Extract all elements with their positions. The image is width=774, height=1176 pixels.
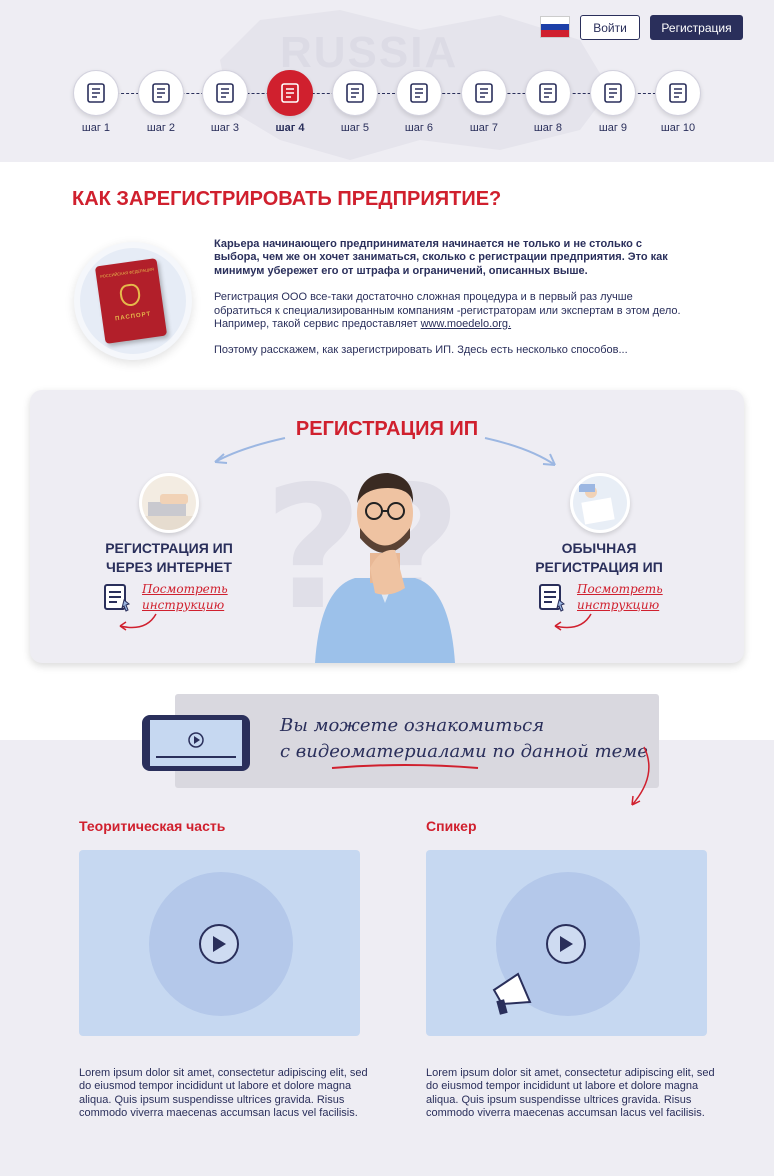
step-label: шаг 8 (533, 122, 563, 134)
laptop-typing-image (139, 473, 199, 533)
workplace-icon (461, 70, 507, 116)
regular-instruction-line1: Посмотреть (577, 582, 663, 596)
megaphone-icon (492, 972, 532, 1015)
online-registration-line1: РЕГИСТРАЦИЯ ИП (105, 540, 233, 556)
step-label: шаг 6 (404, 122, 434, 134)
step-2[interactable]: шаг 2 (131, 70, 191, 134)
video-banner-line1: Вы можете ознакомиться (280, 715, 545, 736)
intro-text: Карьера начинающего предпринимателя начи… (214, 238, 690, 371)
step-label: шаг 1 (81, 122, 111, 134)
passport-label: ПАСПОРТ (114, 311, 152, 323)
curved-arrow-icon (554, 613, 592, 631)
speaker-title: Спикер (426, 818, 477, 834)
step-label: шаг 3 (210, 122, 240, 134)
step-label: шаг 5 (340, 122, 370, 134)
badge-icon (655, 70, 701, 116)
step-4[interactable]: шаг 4 (260, 70, 320, 134)
megaphone-icon (590, 70, 636, 116)
video-banner-text: Вы можете ознакомиться с видеоматериалам… (280, 713, 648, 765)
devices-icon (525, 70, 571, 116)
step-8[interactable]: шаг 8 (518, 70, 578, 134)
moedelo-link[interactable]: www.moedelo.org. (421, 318, 512, 330)
document-icon (104, 584, 131, 612)
theory-title: Теоритическая часть (79, 818, 226, 834)
step-label: шаг 10 (660, 122, 696, 134)
regular-instruction-line2: инструкцию (577, 598, 660, 612)
step-label: шаг 2 (146, 122, 176, 134)
step-1[interactable]: шаг 1 (66, 70, 126, 134)
register-button[interactable]: Регистрация (650, 15, 743, 40)
theory-video[interactable] (79, 850, 360, 1036)
money-bag-icon (332, 70, 378, 116)
emblem-icon (118, 282, 142, 308)
intro-paragraph-1: Карьера начинающего предпринимателя начи… (214, 238, 668, 277)
step-label: шаг 4 (275, 122, 305, 134)
document-icon (539, 584, 566, 612)
online-instruction-line1: Посмотреть (142, 582, 228, 596)
curved-down-arrow-icon (631, 746, 650, 806)
page-title: КАК ЗАРЕГИСТРИРОВАТЬ ПРЕДПРИЯТИЕ? (72, 188, 502, 210)
step-3[interactable]: шаг 3 (195, 70, 255, 134)
step-6[interactable]: шаг 6 (389, 70, 449, 134)
step-7[interactable]: шаг 7 (454, 70, 514, 134)
calculator-icon (267, 70, 313, 116)
box-icon (138, 70, 184, 116)
theory-description: Lorem ipsum dolor sit amet, consectetur … (79, 1067, 368, 1120)
thinking-man-image (315, 473, 455, 663)
online-instruction-line2: инструкцию (142, 598, 225, 612)
regular-registration-line2: РЕГИСТРАЦИЯ ИП (535, 559, 663, 575)
login-button[interactable]: Войти (580, 15, 640, 40)
online-instruction-link[interactable]: Посмотреть инструкцию (142, 581, 228, 613)
online-registration-line2: ЧЕРЕЗ ИНТЕРНЕТ (106, 559, 232, 575)
curved-arrow-icon (119, 613, 157, 631)
checklist-icon (202, 70, 248, 116)
regular-registration-line1: ОБЫЧНАЯ (561, 540, 637, 556)
step-label: шаг 7 (469, 122, 499, 134)
step-10[interactable]: шаг 10 (648, 70, 708, 134)
regular-instruction-link[interactable]: Посмотреть инструкцию (577, 581, 663, 613)
passport-top-text: РОССИЙСКАЯ ФЕДЕРАЦИЯ (99, 266, 155, 280)
russian-flag-icon[interactable] (540, 16, 570, 38)
passport-icon: РОССИЙСКАЯ ФЕДЕРАЦИЯ ПАСПОРТ (94, 258, 168, 344)
lightbulb-icon (73, 70, 119, 116)
speaker-video[interactable] (426, 850, 707, 1036)
regular-registration-title: ОБЫЧНАЯ РЕГИСТРАЦИЯ ИП (499, 539, 699, 577)
step-5[interactable]: шаг 5 (325, 70, 385, 134)
intro-paragraph-2: Регистрация ООО все-таки достаточно слож… (214, 291, 690, 331)
intro-paragraph-3: Поэтому расскажем, как зарегистрировать … (214, 344, 628, 357)
phone-video-icon (142, 715, 250, 771)
credit-card-icon (396, 70, 442, 116)
writing-documents-image (570, 473, 630, 533)
step-label: шаг 9 (598, 122, 628, 134)
step-9[interactable]: шаг 9 (583, 70, 643, 134)
speaker-description: Lorem ipsum dolor sit amet, consectetur … (426, 1067, 715, 1120)
play-icon[interactable] (546, 924, 586, 964)
play-icon[interactable] (199, 924, 239, 964)
online-registration-title: РЕГИСТРАЦИЯ ИП ЧЕРЕЗ ИНТЕРНЕТ (69, 539, 269, 577)
underline-swoosh (331, 764, 479, 769)
